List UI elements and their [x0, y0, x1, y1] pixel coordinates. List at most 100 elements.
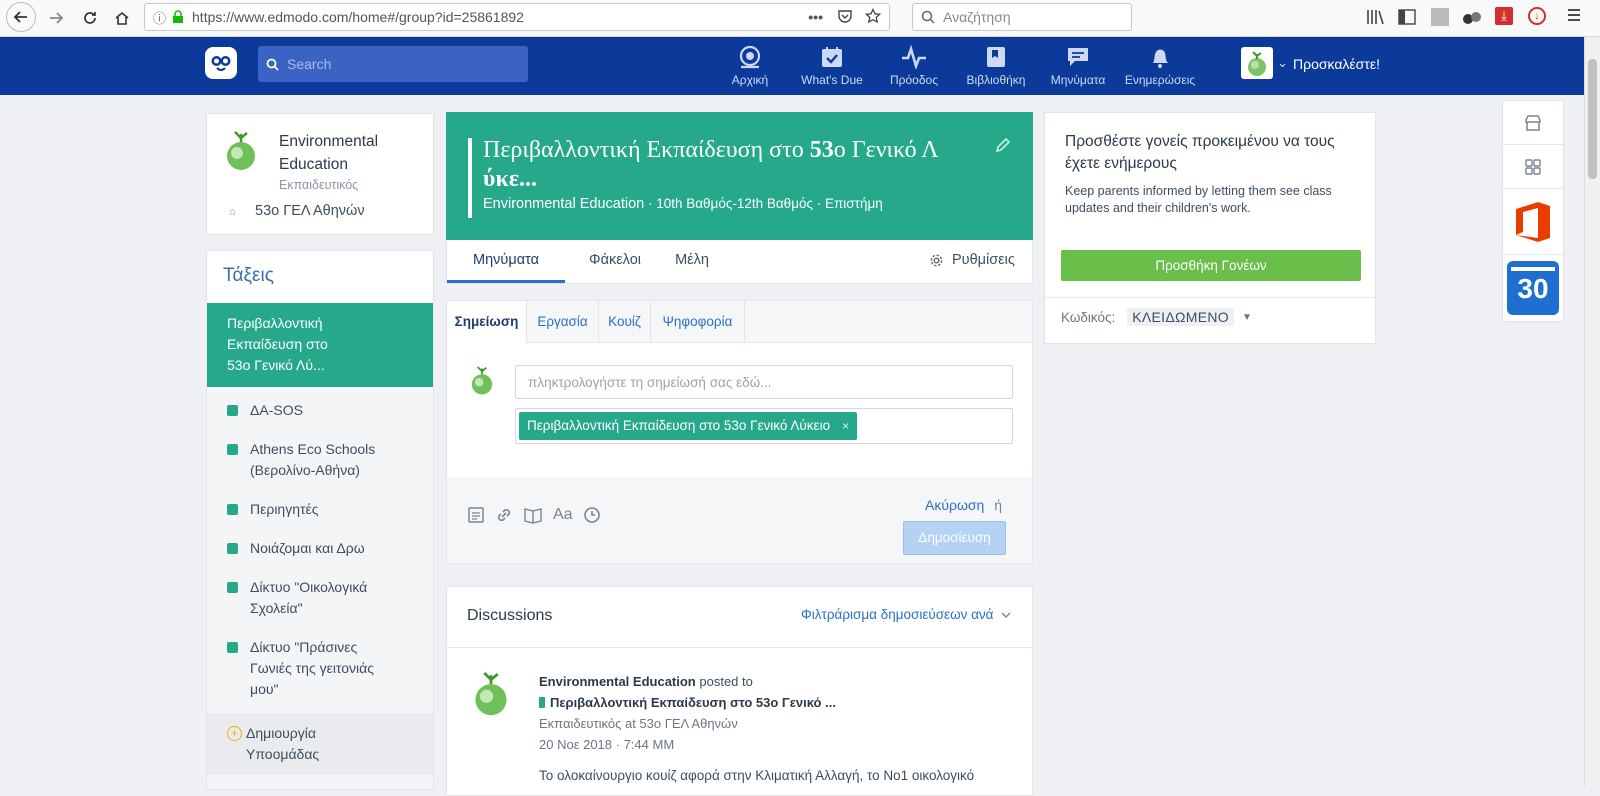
extension-gray-icon[interactable]	[1431, 8, 1449, 26]
chevron-down-icon[interactable]: ⌄	[1277, 55, 1288, 71]
group-code-value[interactable]: ΚΛΕΙΔΩΜΕΝΟ	[1127, 308, 1234, 326]
lock-icon	[173, 10, 184, 23]
nav-library[interactable]: Βιβλιοθήκη	[956, 43, 1036, 87]
profile-school[interactable]: 53ο ΓΕΛ Αθηνών	[255, 203, 365, 219]
post-author[interactable]: Environmental Education	[539, 674, 696, 689]
tab-settings-label: Ρυθμίσεις	[952, 252, 1015, 268]
create-subgroup-button[interactable]: + Δημιουργία Υποομάδας	[207, 713, 433, 775]
user-avatar[interactable]	[1241, 47, 1273, 79]
clock-icon[interactable]	[583, 506, 601, 524]
composer-body: πληκτρολογήστε τη σημείωσή σας εδώ... Πε…	[447, 343, 1032, 477]
info-icon: ⓘ	[153, 10, 167, 26]
browser-search-placeholder: Αναζήτηση	[943, 9, 1011, 25]
menu-icon[interactable]	[1566, 7, 1582, 28]
browser-search-input[interactable]: Αναζήτηση	[912, 3, 1132, 31]
nav-messages[interactable]: Μηνύματα	[1038, 43, 1118, 87]
group-title: Περιβαλλοντική Εκπαίδευση στο 53ο Γενικό…	[483, 136, 973, 194]
text-format-icon[interactable]: Aa	[553, 506, 573, 524]
recipient-field[interactable]: Περιβαλλοντική Εκπαίδευση στο 53ο Γενικό…	[515, 408, 1013, 444]
group-item[interactable]: Νοιάζομαι και Δρω	[207, 529, 433, 568]
profile-avatar[interactable]	[223, 128, 259, 177]
extension-glasses-icon[interactable]	[1462, 8, 1482, 26]
group-item[interactable]: ΔΑ-SOS	[207, 391, 433, 430]
add-parents-title: Προσθέστε γονείς προκειμένου να τους έχε…	[1065, 133, 1335, 172]
edmodo-navbar: Search Αρχική What's Due Πρόοδος Βιβλιοθ…	[0, 37, 1584, 95]
profile-name[interactable]: Environmental Education	[279, 130, 429, 176]
post-author-avatar[interactable]	[471, 667, 511, 724]
post-group-link[interactable]: Περιβαλλοντική Εκπαίδευση στο 53ο Γενικό…	[550, 692, 836, 713]
back-button[interactable]	[6, 2, 36, 32]
forward-button[interactable]	[42, 4, 70, 32]
post-author-meta: Εκπαιδευτικός at 53ο ΓΕΛ Αθηνών	[539, 716, 738, 731]
composer-tab-quiz[interactable]: Κουίζ	[599, 301, 651, 342]
navbar-search-input[interactable]: Search	[258, 46, 528, 82]
create-subgroup-label: Δημιουργία Υποομάδας	[246, 725, 320, 762]
school-icon: ⌂	[229, 206, 236, 218]
nav-notifications[interactable]: Ενημερώσεις	[1120, 43, 1200, 87]
nav-whats-due[interactable]: What's Due	[792, 43, 872, 87]
post-button[interactable]: Δημοσίευση	[903, 521, 1006, 555]
group-color-swatch	[227, 405, 238, 416]
tab-folders[interactable]: Φάκελοι	[575, 240, 655, 280]
composer-tab-note[interactable]: Σημείωση	[447, 301, 527, 344]
composer-tools: Aa	[467, 506, 601, 524]
tab-members[interactable]: Μέλη	[657, 240, 727, 280]
home-icon	[115, 11, 129, 25]
note-input[interactable]: πληκτρολογήστε τη σημείωσή σας εδώ...	[515, 365, 1013, 399]
plus-circle-icon: +	[227, 726, 242, 741]
groups-list: ΔΑ-SOS Athens Eco Schools (Βερολίνο-Αθήν…	[207, 387, 433, 709]
group-owner-link[interactable]: Environmental Education	[483, 196, 644, 212]
scrollbar-thumb[interactable]	[1588, 59, 1597, 179]
group-color-swatch	[227, 642, 238, 653]
edit-pencil-icon[interactable]	[994, 136, 1012, 159]
invite-link[interactable]: Προσκαλέστε!	[1293, 56, 1380, 72]
group-title-part: ύκε...	[483, 166, 538, 192]
tab-settings[interactable]: Ρυθμίσεις	[929, 240, 1029, 280]
pocket-icon[interactable]	[837, 8, 853, 27]
pulse-icon	[902, 45, 926, 69]
office-app-icon[interactable]	[1503, 189, 1563, 255]
store-icon[interactable]	[1503, 101, 1563, 145]
nav-progress[interactable]: Πρόοδος	[874, 43, 954, 87]
nav-progress-label: Πρόοδος	[890, 73, 938, 87]
group-item[interactable]: Περιηγητές	[207, 490, 433, 529]
library-book-icon[interactable]	[523, 506, 543, 524]
caret-down-icon[interactable]: ▼	[1242, 312, 1252, 323]
composer-tab-assignment[interactable]: Εργασία	[527, 301, 599, 342]
remove-recipient-icon[interactable]: ×	[842, 412, 849, 440]
group-item[interactable]: Athens Eco Schools (Βερολίνο-Αθήνα)	[207, 430, 433, 490]
attach-file-icon[interactable]	[467, 506, 485, 524]
edmodo-logo-icon[interactable]	[205, 47, 237, 79]
filter-posts-dropdown[interactable]: Φιλτράρισμα δημοσιεύσεων ανά	[801, 607, 1011, 622]
reload-button[interactable]	[76, 4, 104, 32]
calendar-app-icon[interactable]: 30	[1503, 255, 1563, 321]
link-icon[interactable]	[495, 506, 513, 524]
group-item-label: Δίκτυο "Πράσινες Γωνιές της γειτονιάς μο…	[250, 639, 375, 697]
page-scrollbar[interactable]	[1584, 37, 1600, 786]
url-bar[interactable]: ⓘ https://www.edmodo.com/home#/group?id=…	[144, 3, 890, 31]
group-item[interactable]: Δίκτυο "Πράσινες Γωνιές της γειτονιάς μο…	[207, 628, 433, 709]
apps-grid-icon[interactable]	[1503, 145, 1563, 189]
divider	[447, 647, 1032, 648]
group-tabs: Μηνύματα Φάκελοι Μέλη Ρυθμίσεις	[446, 240, 1033, 284]
cancel-link[interactable]: Ακύρωση	[925, 497, 984, 513]
add-parents-button[interactable]: Προσθήκη Γονέων	[1061, 250, 1361, 281]
library-icon[interactable]	[1366, 9, 1384, 30]
home-button[interactable]	[108, 4, 136, 32]
bookmark-star-icon[interactable]	[864, 7, 882, 27]
download-circle-icon[interactable]: ↓	[1528, 7, 1546, 25]
chat-icon	[1068, 48, 1088, 66]
group-item[interactable]: Δίκτυο "Οικολογικά Σχολεία"	[207, 568, 433, 628]
active-group-item[interactable]: Περιβαλλοντική Εκπαίδευση στο 53ο Γενικό…	[207, 303, 433, 387]
discussions-card: Discussions Φιλτράρισμα δημοσιεύσεων ανά…	[446, 586, 1033, 796]
composer-tab-poll[interactable]: Ψηφοφορία	[651, 301, 745, 342]
tab-messages[interactable]: Μηνύματα	[447, 240, 565, 283]
nav-home[interactable]: Αρχική	[710, 43, 790, 87]
group-grade-subject: · 10th Βαθμός-12th Βαθμός · Επιστήμη	[644, 196, 883, 211]
post-date[interactable]: 20 Νοε 2018 · 7:44 ΜΜ	[539, 734, 999, 755]
divider	[1045, 297, 1375, 298]
download-extension-icon[interactable]: ⤓	[1495, 7, 1513, 25]
page-actions-icon[interactable]: •••	[808, 9, 823, 25]
sidebar-toggle-icon[interactable]	[1398, 9, 1416, 30]
group-subtitle: Environmental Education · 10th Βαθμός-12…	[483, 196, 883, 212]
